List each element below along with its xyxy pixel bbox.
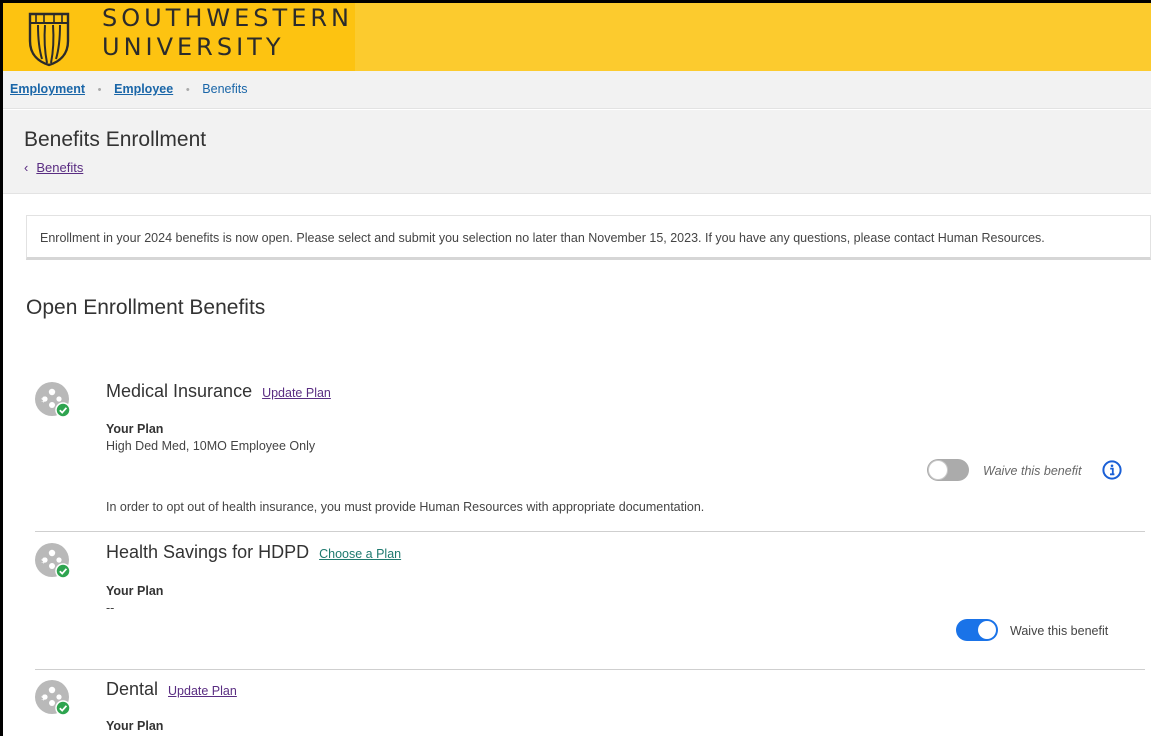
university-wordmark: SOUTHWESTERN UNIVERSITY bbox=[102, 4, 353, 62]
enrollment-notice: Enrollment in your 2024 benefits is now … bbox=[26, 215, 1151, 260]
svg-text:$: $ bbox=[41, 557, 45, 565]
app-frame: SOUTHWESTERN UNIVERSITY Employment • Emp… bbox=[0, 0, 1151, 736]
back-link[interactable]: ‹ Benefits bbox=[24, 160, 83, 175]
breadcrumb: Employment • Employee • Benefits bbox=[3, 71, 1151, 109]
update-plan-link[interactable]: Update Plan bbox=[262, 386, 331, 400]
wordmark-line-1: SOUTHWESTERN bbox=[102, 4, 353, 32]
benefit-status-icon: $ bbox=[35, 382, 71, 418]
waive-benefit-label-medical: Waive this benefit bbox=[983, 464, 1082, 478]
benefit-name: Dental Update Plan bbox=[106, 679, 237, 700]
benefit-name: Medical Insurance Update Plan bbox=[106, 381, 331, 402]
benefit-dental: $ Dental Update Plan Your Plan bbox=[35, 679, 1146, 736]
svg-text:$: $ bbox=[41, 396, 45, 404]
back-link-label: Benefits bbox=[36, 160, 84, 175]
benefit-status-icon: $ bbox=[35, 543, 71, 579]
breadcrumb-link-employment[interactable]: Employment bbox=[10, 82, 85, 96]
benefit-name-label: Dental bbox=[106, 679, 159, 699]
shield-logo-icon bbox=[28, 12, 70, 67]
university-logo[interactable]: SOUTHWESTERN UNIVERSITY bbox=[3, 3, 355, 71]
benefit-name-label: Medical Insurance bbox=[106, 381, 253, 401]
page-header: Benefits Enrollment ‹ Benefits bbox=[3, 110, 1151, 194]
benefit-name: Health Savings for HDPD Choose a Plan bbox=[106, 542, 401, 563]
waive-benefit-toggle-medical[interactable] bbox=[927, 459, 969, 481]
benefit-divider bbox=[35, 669, 1145, 670]
toggle-knob bbox=[928, 460, 948, 480]
enrollment-notice-text: Enrollment in your 2024 benefits is now … bbox=[40, 231, 1045, 245]
waive-benefit-toggle-hsa[interactable] bbox=[956, 619, 998, 641]
toggle-knob bbox=[977, 620, 997, 640]
breadcrumb-link-employee[interactable]: Employee bbox=[114, 82, 173, 96]
chevron-left-icon: ‹ bbox=[24, 160, 29, 175]
benefit-medical: $ Medical Insurance Update Plan Your Plan… bbox=[35, 381, 1146, 526]
benefit-divider bbox=[35, 531, 1145, 532]
section-title: Open Enrollment Benefits bbox=[26, 296, 266, 319]
plan-value: High Ded Med, 10MO Employee Only bbox=[106, 439, 316, 453]
benefit-health-savings: $ Health Savings for HDPD Choose a Plan Y… bbox=[35, 542, 1146, 662]
waive-benefit-label-hsa: Waive this benefit bbox=[1010, 624, 1109, 638]
top-banner: SOUTHWESTERN UNIVERSITY bbox=[3, 3, 1151, 71]
breadcrumb-separator: • bbox=[185, 84, 190, 96]
wordmark-line-2: UNIVERSITY bbox=[102, 33, 285, 61]
benefit-name-label: Health Savings for HDPD bbox=[106, 542, 310, 562]
plan-label: Your Plan bbox=[106, 422, 164, 436]
svg-text:$: $ bbox=[41, 694, 45, 702]
info-icon[interactable] bbox=[1102, 460, 1122, 480]
plan-label: Your Plan bbox=[106, 719, 164, 733]
plan-value: -- bbox=[106, 601, 115, 615]
benefit-status-icon: $ bbox=[35, 680, 71, 716]
plan-label: Your Plan bbox=[106, 584, 164, 598]
choose-plan-link[interactable]: Choose a Plan bbox=[319, 547, 401, 561]
update-plan-link[interactable]: Update Plan bbox=[168, 684, 237, 698]
opt-out-note: In order to opt out of health insurance,… bbox=[106, 500, 705, 514]
page-title: Benefits Enrollment bbox=[24, 128, 207, 151]
breadcrumb-separator: • bbox=[97, 84, 102, 96]
breadcrumb-current: Benefits bbox=[202, 82, 248, 96]
